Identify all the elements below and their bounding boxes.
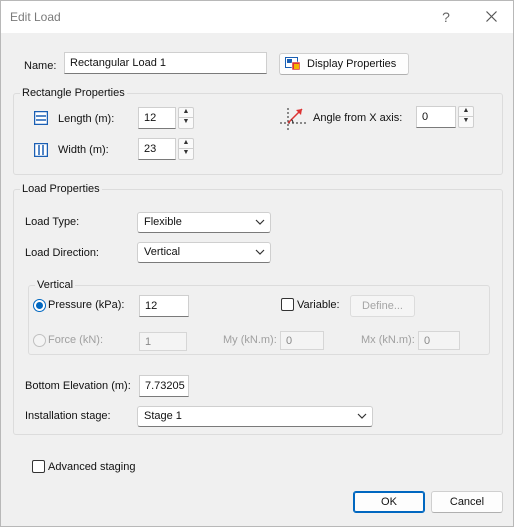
installation-stage-value: Stage 1 [144, 410, 182, 422]
mx-input[interactable]: 0 [418, 331, 460, 350]
chevron-down-icon [255, 249, 265, 255]
variable-checkbox[interactable] [281, 298, 294, 311]
load-direction-value: Vertical [144, 246, 181, 258]
width-spinner[interactable]: ▲ ▼ [178, 138, 194, 160]
close-icon [485, 11, 497, 22]
width-input[interactable]: 23 [138, 138, 176, 160]
length-spin-up[interactable]: ▲ [178, 107, 194, 118]
my-label: My (kN.m): [223, 334, 277, 346]
edit-load-dialog: Edit Load ? Name: Rectangular Load 1 Dis… [0, 0, 514, 527]
width-icon [34, 143, 48, 157]
width-label: Width (m): [58, 144, 109, 156]
define-button[interactable]: Define... [350, 295, 415, 317]
close-button[interactable] [478, 5, 504, 29]
name-label: Name: [24, 60, 57, 72]
variable-label: Variable: [297, 299, 340, 311]
ok-button[interactable]: OK [353, 491, 425, 513]
bottom-elevation-label: Bottom Elevation (m): [25, 380, 131, 392]
load-direction-select[interactable]: Vertical [137, 242, 271, 263]
pressure-radio[interactable] [33, 299, 46, 312]
pressure-input[interactable]: 12 [139, 295, 189, 317]
length-input[interactable]: 12 [138, 107, 176, 129]
display-properties-label: Display Properties [307, 58, 397, 70]
angle-label: Angle from X axis: [313, 112, 403, 124]
advanced-staging-checkbox[interactable] [32, 460, 45, 473]
angle-icon [280, 108, 306, 131]
advanced-staging-label: Advanced staging [48, 461, 136, 473]
length-spin-down[interactable]: ▼ [178, 118, 194, 129]
force-radio[interactable] [33, 334, 46, 347]
angle-spin-up[interactable]: ▲ [458, 106, 474, 117]
rectangle-properties-title: Rectangle Properties [20, 87, 127, 99]
title-bar: Edit Load ? [1, 1, 513, 33]
installation-stage-select[interactable]: Stage 1 [137, 406, 373, 427]
width-spin-down[interactable]: ▼ [178, 149, 194, 160]
length-spinner[interactable]: ▲ ▼ [178, 107, 194, 129]
load-type-value: Flexible [144, 216, 182, 228]
name-input[interactable]: Rectangular Load 1 [64, 52, 267, 74]
my-input[interactable]: 0 [280, 331, 324, 350]
length-icon [34, 111, 48, 125]
length-label: Length (m): [58, 113, 115, 125]
bottom-elevation-input[interactable]: 7.73205 [139, 375, 189, 397]
cancel-button[interactable]: Cancel [431, 491, 503, 513]
angle-spinner[interactable]: ▲ ▼ [458, 106, 474, 128]
display-properties-button[interactable]: Display Properties [279, 53, 409, 75]
load-direction-label: Load Direction: [25, 247, 99, 259]
mx-label: Mx (kN.m): [361, 334, 415, 346]
pressure-label: Pressure (kPa): [48, 299, 125, 311]
installation-stage-label: Installation stage: [25, 410, 111, 422]
window-title: Edit Load [10, 10, 61, 24]
load-type-label: Load Type: [25, 216, 80, 228]
angle-spin-down[interactable]: ▼ [458, 117, 474, 128]
chevron-down-icon [255, 219, 265, 225]
width-spin-up[interactable]: ▲ [178, 138, 194, 149]
display-properties-icon [285, 57, 301, 71]
vertical-title: Vertical [35, 279, 76, 291]
help-button[interactable]: ? [433, 5, 459, 29]
load-properties-title: Load Properties [20, 183, 102, 195]
angle-input[interactable]: 0 [416, 106, 456, 128]
force-label: Force (kN): [48, 334, 103, 346]
load-type-select[interactable]: Flexible [137, 212, 271, 233]
force-input[interactable]: 1 [139, 332, 187, 351]
chevron-down-icon [357, 413, 367, 419]
